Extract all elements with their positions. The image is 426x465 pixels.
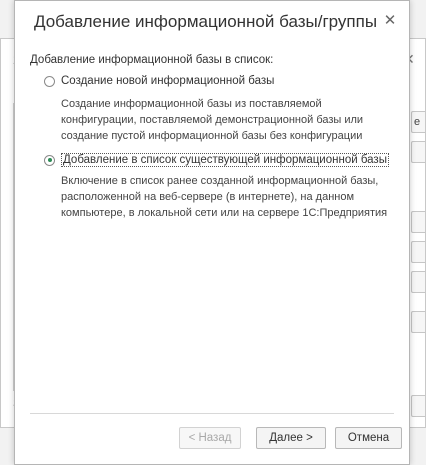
background-button-5[interactable]	[411, 271, 425, 293]
description-line: компьютере, в локальной сети или на серв…	[61, 207, 388, 219]
option-description-add-existing: Включение в список ранее созданной инфор…	[61, 173, 387, 221]
radio-label: Создание новой информационной базы	[61, 75, 275, 87]
radio-create-new-infobase[interactable]: Создание новой информационной базы	[44, 73, 274, 89]
description-line: расположенной на веб-сервере (в интернет…	[61, 191, 355, 203]
back-button[interactable]: < Назад	[179, 427, 241, 449]
next-button[interactable]: Далее >	[256, 427, 326, 449]
footer-separator	[30, 413, 394, 414]
description-line: Включение в список ранее созданной инфор…	[61, 175, 379, 187]
background-button-4[interactable]	[411, 241, 425, 263]
description-line: Создание информационной базы из поставля…	[61, 98, 322, 110]
description-line: создание пустой информационной базы без …	[61, 130, 363, 142]
option-description-create-new: Создание информационной базы из поставля…	[61, 96, 363, 144]
background-button-3[interactable]	[411, 211, 425, 233]
dialog-title: Добавление информационной базы/группы	[34, 12, 378, 31]
add-infobase-dialog: Добавление информационной базы/группы ✕ …	[14, 0, 410, 465]
radio-button-icon[interactable]	[44, 75, 55, 87]
cancel-button[interactable]: Отмена	[335, 427, 402, 449]
background-button-6[interactable]	[411, 311, 425, 333]
background-button-7[interactable]	[411, 395, 425, 417]
radio-label: Добавление в список существующей информа…	[61, 153, 389, 167]
description-line: конфигурации, поставляемой демонстрацион…	[61, 114, 364, 126]
section-label: Добавление информационной базы в список:	[30, 54, 274, 66]
background-button-1[interactable]: е	[411, 111, 425, 133]
close-icon[interactable]: ✕	[381, 12, 399, 30]
background-button-2[interactable]	[411, 141, 425, 163]
radio-add-existing-infobase[interactable]: Добавление в список существующей информа…	[44, 152, 389, 168]
radio-button-checked-icon[interactable]	[44, 154, 55, 166]
